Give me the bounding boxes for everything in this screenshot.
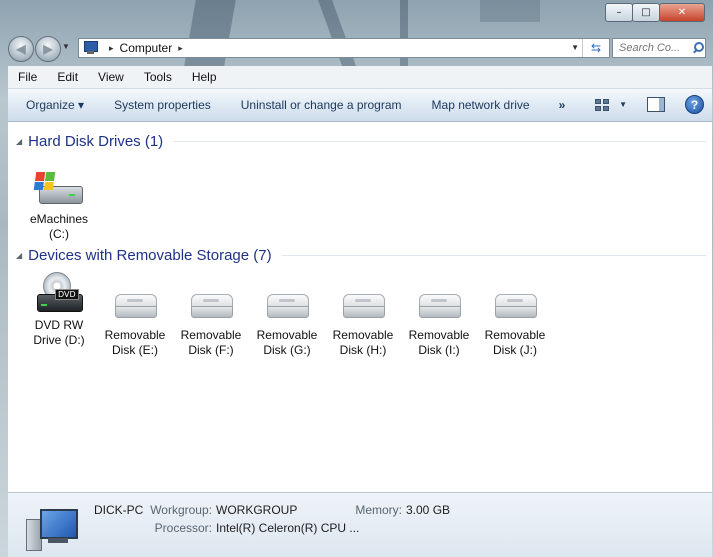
dvd-drive-icon: DVD: [35, 272, 83, 316]
maximize-button[interactable]: □: [632, 3, 660, 22]
search-box[interactable]: [612, 38, 706, 58]
uninstall-program-button[interactable]: Uninstall or change a program: [226, 98, 417, 112]
menu-view[interactable]: View: [88, 70, 134, 84]
map-network-drive-button[interactable]: Map network drive: [417, 98, 545, 112]
processor-label: Processor:: [154, 521, 212, 535]
removable-disk-icon: [263, 286, 311, 326]
group-title: Devices with Removable Storage (7): [28, 246, 272, 264]
windows-hard-disk-icon: [33, 172, 83, 208]
drive-letter: Disk (J:): [493, 343, 537, 357]
drive-letter: Disk (F:): [188, 343, 234, 357]
group-title: Hard Disk Drives (1): [28, 132, 164, 150]
computer-icon: [26, 507, 80, 551]
group-divider: [173, 140, 706, 142]
drive-label: Removable: [408, 328, 470, 342]
navigation-bar: ◀ ▶ ▼ ▸ Computer ▸ ▼ ⇆: [8, 34, 706, 62]
drive-letter: Drive (D:): [33, 333, 85, 347]
drive-h[interactable]: Removable Disk (H:): [328, 286, 398, 358]
preview-pane-icon[interactable]: [647, 97, 665, 112]
drive-letter: Disk (E:): [112, 343, 158, 357]
drive-j[interactable]: Removable Disk (J:): [480, 286, 550, 358]
removable-disk-icon: [415, 286, 463, 326]
command-bar: Organize ▾ System properties Uninstall o…: [8, 89, 712, 122]
drive-label: eMachines: [29, 212, 89, 226]
processor-value: Intel(R) Celeron(R) CPU ...: [216, 521, 360, 535]
drive-label: Removable: [256, 328, 318, 342]
workgroup-label: Workgroup:: [150, 503, 212, 517]
drive-letter: Disk (I:): [418, 343, 460, 357]
drive-label: Removable: [104, 328, 166, 342]
menu-file[interactable]: File: [8, 70, 47, 84]
close-button[interactable]: ✕: [659, 3, 705, 22]
change-view-icon[interactable]: [595, 98, 610, 111]
drive-label: Removable: [484, 328, 546, 342]
menu-tools[interactable]: Tools: [134, 70, 182, 84]
help-icon[interactable]: ?: [685, 95, 704, 114]
recent-pages-dropdown[interactable]: ▼: [62, 42, 70, 51]
removable-disk-icon: [491, 286, 539, 326]
menu-edit[interactable]: Edit: [47, 70, 88, 84]
main-content: ◢ Hard Disk Drives (1) eMachines (C:) ◢ …: [8, 122, 712, 492]
view-options-dropdown-icon[interactable]: ▼: [619, 100, 627, 109]
group-header-hard-disks[interactable]: ◢ Hard Disk Drives (1): [16, 131, 706, 151]
system-properties-button[interactable]: System properties: [99, 98, 226, 112]
removable-disk-icon: [111, 286, 159, 326]
group-header-removable-storage[interactable]: ◢ Devices with Removable Storage (7): [16, 245, 706, 265]
drive-f[interactable]: Removable Disk (F:): [176, 286, 246, 358]
menu-help[interactable]: Help: [182, 70, 227, 84]
organize-button[interactable]: Organize ▾: [8, 98, 99, 112]
drive-letter: Disk (H:): [339, 343, 387, 357]
menu-bar: File Edit View Tools Help: [8, 66, 712, 89]
drive-g[interactable]: Removable Disk (G:): [252, 286, 322, 358]
memory-label: Memory:: [355, 503, 402, 517]
dvd-badge: DVD: [55, 289, 79, 300]
memory-value: 3.00 GB: [406, 503, 451, 517]
window-controls: – □ ✕: [605, 3, 705, 22]
drive-i[interactable]: Removable Disk (I:): [404, 286, 474, 358]
more-commands-button[interactable]: »: [545, 98, 580, 112]
details-pane: DICK-PC Workgroup: WORKGROUP Memory: 3.0…: [8, 492, 712, 557]
breadcrumb-computer[interactable]: Computer: [120, 41, 173, 55]
removable-disk-icon: [339, 286, 387, 326]
workgroup-value: WORKGROUP: [216, 503, 298, 517]
address-dropdown-icon[interactable]: ▼: [571, 43, 579, 52]
drive-d[interactable]: DVD DVD RW Drive (D:): [24, 272, 94, 348]
search-icon[interactable]: [691, 41, 705, 55]
forward-button[interactable]: ▶: [35, 36, 61, 62]
refresh-icon[interactable]: ⇆: [582, 39, 609, 57]
computer-icon: [83, 41, 99, 55]
address-bar[interactable]: ▸ Computer ▸ ▼ ⇆: [78, 38, 610, 58]
removable-disk-icon: [187, 286, 235, 326]
drive-label: Removable: [332, 328, 394, 342]
group-divider: [281, 254, 706, 256]
breadcrumb-separator[interactable]: ▸: [109, 43, 114, 54]
collapse-icon[interactable]: ◢: [16, 251, 22, 260]
collapse-icon[interactable]: ◢: [16, 137, 22, 146]
search-input[interactable]: [613, 41, 691, 55]
drive-letter: Disk (G:): [263, 343, 311, 357]
view-controls: ▼ ?: [595, 95, 704, 114]
computer-name: DICK-PC: [94, 503, 144, 517]
drive-c[interactable]: eMachines (C:): [24, 172, 94, 242]
minimize-button[interactable]: –: [605, 3, 633, 22]
breadcrumb-separator[interactable]: ▸: [178, 43, 183, 54]
drive-label: Removable: [180, 328, 242, 342]
drive-e[interactable]: Removable Disk (E:): [100, 286, 170, 358]
drive-letter: (C:): [49, 227, 69, 241]
back-button[interactable]: ◀: [8, 36, 34, 62]
drive-label: DVD RW: [34, 318, 84, 332]
